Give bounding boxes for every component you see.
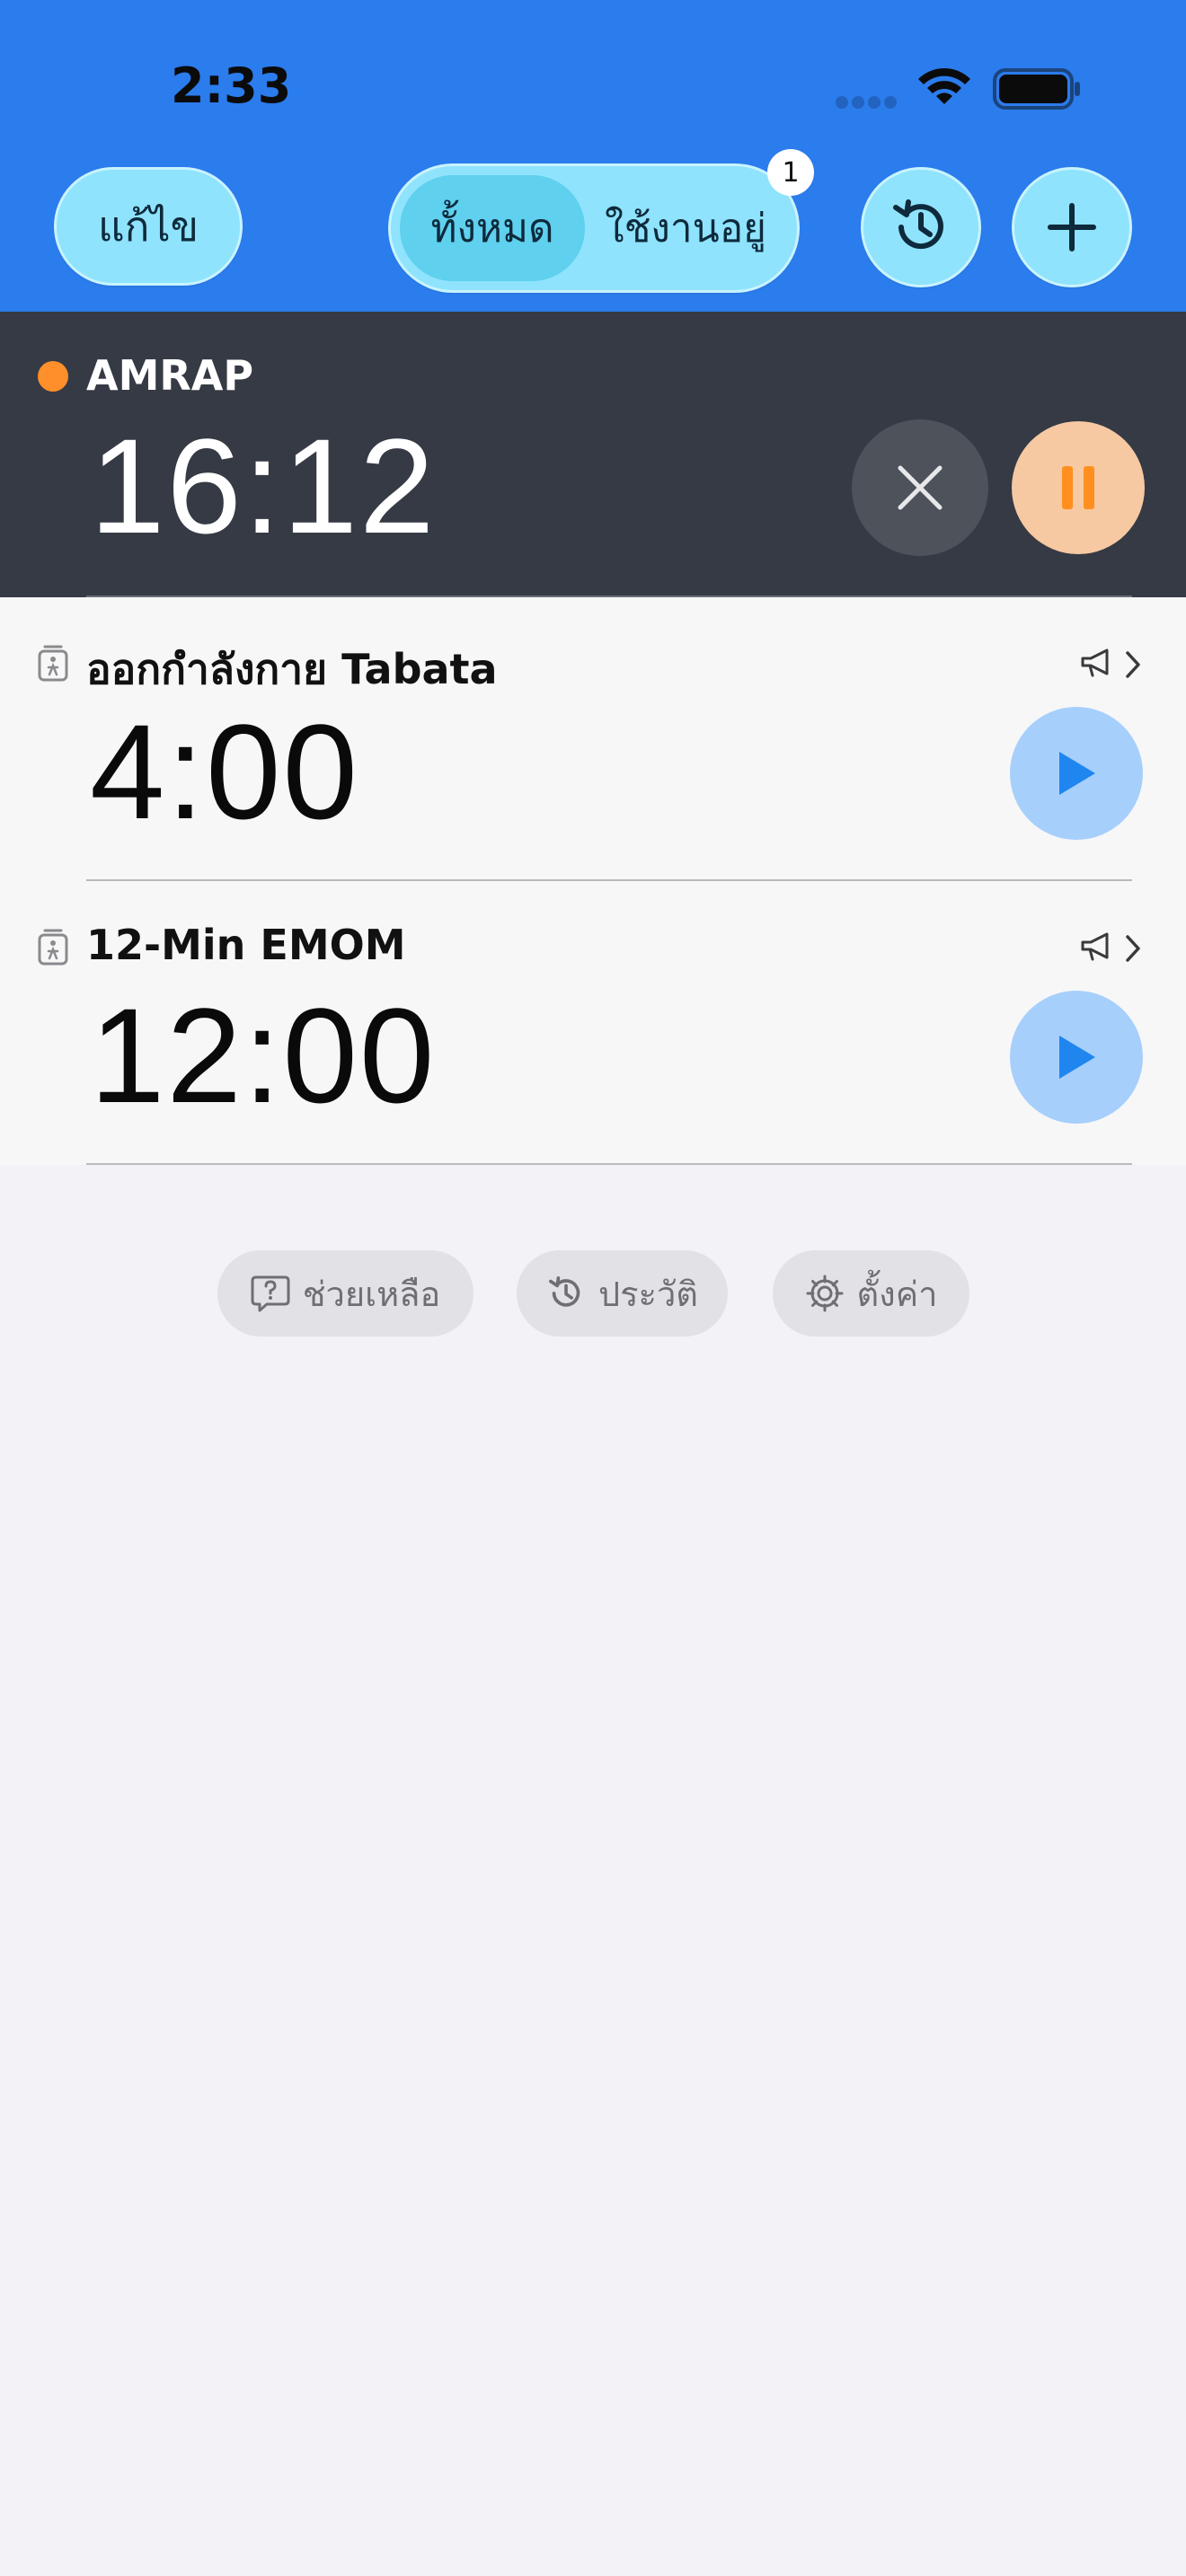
segment-all[interactable]: ทั้งหมด bbox=[400, 175, 585, 281]
timer-icon bbox=[38, 929, 68, 966]
edit-button[interactable]: แก้ไข bbox=[54, 167, 243, 286]
close-icon bbox=[898, 465, 943, 510]
history-link-button[interactable]: ประวัติ bbox=[517, 1250, 728, 1337]
plus-icon bbox=[1048, 203, 1096, 251]
help-button[interactable]: ช่วยเหลือ bbox=[217, 1250, 474, 1337]
history-icon bbox=[549, 1276, 580, 1307]
help-label: ช่วยเหลือ bbox=[302, 1274, 441, 1314]
timer-name: ออกกำลังกาย Tabata bbox=[86, 645, 498, 693]
history-button[interactable] bbox=[861, 167, 981, 287]
running-status-dot bbox=[38, 361, 68, 392]
history-label: ประวัติ bbox=[598, 1274, 698, 1314]
settings-label: ตั้งค่า bbox=[856, 1274, 938, 1314]
help-icon bbox=[251, 1275, 290, 1312]
play-icon bbox=[1059, 1036, 1095, 1079]
timer-icon bbox=[38, 645, 68, 682]
timer-row-amrap[interactable]: AMRAP 16:12 bbox=[0, 312, 1186, 597]
status-icons bbox=[836, 63, 1087, 113]
timer-name: AMRAP bbox=[86, 351, 254, 400]
history-icon bbox=[893, 199, 943, 250]
cellular-signal-icon bbox=[836, 95, 900, 112]
timer-row-tabata[interactable]: ออกกำลังกาย Tabata 4:00 bbox=[0, 597, 1186, 881]
timer-countdown: 16:12 bbox=[90, 410, 437, 561]
play-icon bbox=[1059, 752, 1095, 795]
settings-button[interactable]: ตั้งค่า bbox=[773, 1250, 969, 1337]
active-count-badge: 1 bbox=[767, 149, 814, 196]
cancel-timer-button[interactable] bbox=[852, 419, 988, 556]
filter-segmented-control[interactable]: ทั้งหมด ใช้งานอยู่ bbox=[388, 163, 800, 293]
status-time: 2:33 bbox=[171, 57, 292, 114]
wifi-icon bbox=[918, 67, 970, 104]
add-timer-button[interactable] bbox=[1012, 167, 1132, 287]
segment-active[interactable]: ใช้งานอยู่ bbox=[585, 175, 786, 281]
start-timer-button[interactable] bbox=[1010, 991, 1143, 1124]
pause-timer-button[interactable] bbox=[1012, 421, 1145, 554]
start-timer-button[interactable] bbox=[1010, 707, 1143, 840]
row-divider bbox=[86, 1163, 1132, 1165]
chevron-right-icon[interactable] bbox=[1123, 649, 1143, 680]
timer-name: 12-Min EMOM bbox=[86, 921, 406, 969]
screen: 2:33 แก้ไข ทั้งหมด ใช้งานอยู่ 1 AMRAP 16… bbox=[0, 0, 1186, 2576]
timer-row-emom[interactable]: 12-Min EMOM 12:00 bbox=[0, 881, 1186, 1165]
header: 2:33 แก้ไข ทั้งหมด ใช้งานอยู่ 1 bbox=[0, 0, 1186, 312]
timer-duration: 4:00 bbox=[90, 696, 359, 847]
gear-icon bbox=[806, 1275, 843, 1312]
megaphone-icon bbox=[1081, 932, 1109, 961]
chevron-right-icon[interactable] bbox=[1123, 933, 1143, 964]
timer-duration: 12:00 bbox=[90, 980, 437, 1131]
battery-icon bbox=[993, 68, 1080, 110]
pause-icon bbox=[1062, 466, 1094, 509]
megaphone-icon bbox=[1081, 648, 1109, 677]
